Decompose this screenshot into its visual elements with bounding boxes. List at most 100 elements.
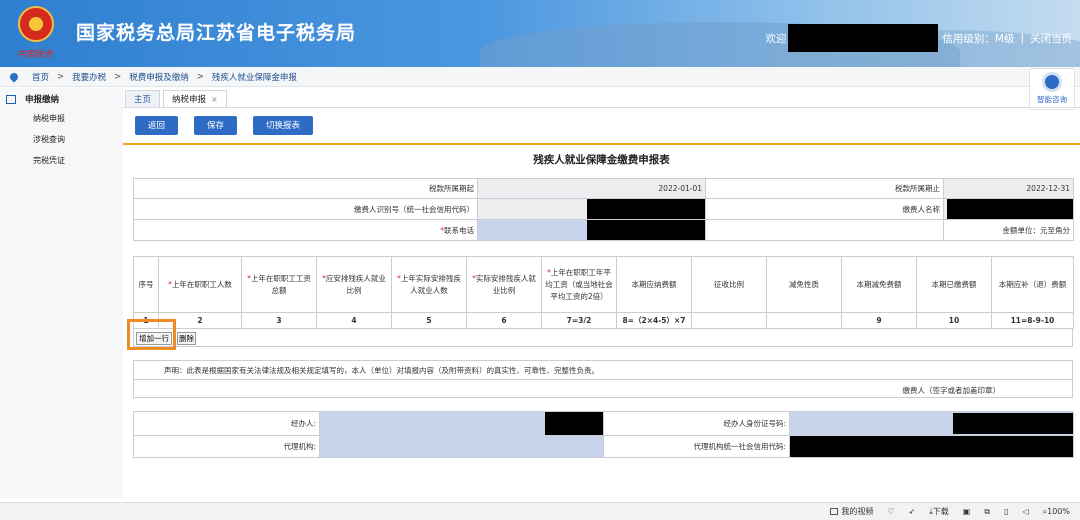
grid-number-cell: 7=3/2 <box>541 312 617 329</box>
breadcrumb-tax-service[interactable]: 我要办税 <box>72 71 106 83</box>
redacted-handler <box>545 412 603 435</box>
grid-header-label: 本期应纳费额 <box>631 279 677 289</box>
toolbar: 返回 保存 切换报表 <box>123 108 1080 142</box>
breadcrumb-separator: > <box>196 71 204 82</box>
form-icon <box>6 94 16 104</box>
close-icon[interactable]: × <box>211 95 218 104</box>
separator: | <box>1020 32 1024 44</box>
page-icon[interactable]: ▯ <box>1004 507 1008 516</box>
period-start-value: 2022-01-01 <box>477 178 706 199</box>
zoom-control[interactable]: ⌕ 100% <box>1043 507 1070 517</box>
rocket-icon[interactable]: ➶ <box>909 507 916 516</box>
video-icon <box>830 508 839 515</box>
download-label: 下载 <box>932 507 949 516</box>
redacted-username <box>788 24 939 52</box>
redacted-payer-name <box>947 199 1073 219</box>
grid-header-label: 本期减免费额 <box>856 279 902 289</box>
grid-header-cell: *实际安排残疾人就业比例 <box>466 256 542 313</box>
row-action-bar: 增加一行 删除 <box>133 328 1073 347</box>
grid-number-cell: 10 <box>916 312 992 329</box>
grid-number-cell: 11=8-9-10 <box>991 312 1074 329</box>
grid-header-label: 实际安排残疾人就业比例 <box>475 273 536 295</box>
grid-number-cell: 6 <box>466 312 542 329</box>
grid-header-label: 应安排残疾人就业比例 <box>325 273 386 295</box>
main-content: 主页 纳税申报 × 返回 保存 切换报表 <box>123 88 1080 142</box>
empty-cell <box>705 219 944 241</box>
grid-header-cell: 本期应纳费额 <box>616 256 692 313</box>
tab-tax-declaration[interactable]: 纳税申报 × <box>163 90 227 107</box>
tab-label: 纳税申报 <box>172 95 207 105</box>
emblem-caption: 中国税务 <box>17 50 54 60</box>
sidebar-item-tax-declaration[interactable]: 纳税申报 <box>0 105 123 126</box>
tab-bar: 主页 纳税申报 × <box>123 88 1080 108</box>
zoom-level: 100% <box>1047 507 1070 516</box>
redacted-payer-id <box>587 199 705 219</box>
grid-header-cell: 征收比例 <box>691 256 767 313</box>
credit-level: 信用级别：M级 <box>942 32 1015 45</box>
heart-icon[interactable]: ♡ <box>887 507 894 516</box>
grid-number-cell: 8=（2×4-5）×7 <box>616 312 692 329</box>
redacted-handler-id <box>953 413 1073 434</box>
sidebar-section[interactable]: 申报缴纳 <box>0 88 123 105</box>
grid-number-cell: 4 <box>316 312 392 329</box>
agency-code-label: 代理机构统一社会信用代码: <box>603 435 790 458</box>
grid-header-label: 本期应补（退）费额 <box>998 279 1067 289</box>
grid-header-label: 本期已缴费额 <box>931 279 977 289</box>
grid-header-cell: *上年在职职工人数 <box>158 256 242 313</box>
agency-input[interactable] <box>319 435 604 458</box>
payer-name-label: 缴费人名称 <box>705 198 944 220</box>
agency-code-input[interactable] <box>789 435 1074 458</box>
breadcrumb-declare-pay[interactable]: 税费申报及缴纳 <box>129 71 189 83</box>
grid-header-label: 减免性质 <box>789 279 819 289</box>
agency-label: 代理机构: <box>133 435 320 458</box>
site-title: 国家税务总局江苏省电子税务局 <box>76 22 357 44</box>
grid-number-cell <box>766 312 842 329</box>
grid-header-cell: 本期减免费额 <box>841 256 917 313</box>
tax-emblem-icon <box>18 6 54 42</box>
grid-header-cell: 本期已缴费额 <box>916 256 992 313</box>
phone-input[interactable] <box>477 219 706 241</box>
handler-input[interactable] <box>319 411 604 436</box>
redacted-agency-code <box>790 436 1073 457</box>
grid-header-label: 上年实际安排残疾人就业人数 <box>400 273 461 295</box>
period-end-value: 2022-12-31 <box>943 178 1074 199</box>
welcome-text: 欢迎 <box>765 32 787 45</box>
tab-home[interactable]: 主页 <box>125 90 161 107</box>
window-icon[interactable]: ⧉ <box>984 507 990 517</box>
breadcrumb-home[interactable]: 首页 <box>32 71 49 83</box>
breadcrumb-separator: > <box>57 71 65 82</box>
close-page-link[interactable]: 关闭当页 <box>1030 31 1072 46</box>
switch-report-button[interactable]: 切换报表 <box>253 115 314 135</box>
download-button[interactable]: ⤓ 下载 <box>929 506 949 517</box>
grid-header-label: 征收比例 <box>714 279 744 289</box>
redacted-phone <box>587 220 705 240</box>
back-button[interactable]: 返回 <box>135 115 179 135</box>
grid-header-label: 上年在职职工工资总额 <box>250 273 311 295</box>
sidebar: 申报缴纳 纳税申报 涉税查询 完税凭证 <box>0 88 123 498</box>
declaration-box: 声明：此表是根据国家有关法律法规及相关规定填写的，本人（单位）对填报内容（及附带… <box>133 360 1073 398</box>
my-video-button[interactable]: 我的视频 <box>830 506 873 517</box>
period-end-label: 税款所属期止 <box>705 178 944 199</box>
breadcrumb-separator: > <box>114 71 122 82</box>
grid-number-cell <box>691 312 767 329</box>
grid-number-cell: 5 <box>391 312 467 329</box>
phone-label: *联系电话 <box>133 219 478 241</box>
my-video-label: 我的视频 <box>841 507 874 516</box>
grid-header-cell: *上年在职职工年平均工资（或当地社会平均工资的2倍） <box>541 256 617 313</box>
grid-header-label: 上年在职职工年平均工资（或当地社会平均工资的2倍） <box>545 267 613 301</box>
phone-label-text: 联系电话 <box>444 225 474 235</box>
delete-row-button[interactable]: 删除 <box>177 332 196 345</box>
screenshot-icon[interactable]: ▣ <box>963 507 971 516</box>
signature-label: 缴费人（签字或者加盖印章） <box>902 386 1001 395</box>
grid-header-cell: *应安排残疾人就业比例 <box>316 256 392 313</box>
save-button[interactable]: 保存 <box>194 115 238 135</box>
user-area: 欢迎 信用级别：M级 | 关闭当页 <box>765 24 1072 52</box>
grid-number-cell: 9 <box>841 312 917 329</box>
divider <box>134 379 1072 380</box>
sidebar-item-tax-query[interactable]: 涉税查询 <box>0 126 123 147</box>
mute-icon[interactable]: ◁ <box>1022 507 1028 516</box>
handler-id-input[interactable] <box>789 411 1074 436</box>
sidebar-item-tax-certificate[interactable]: 完税凭证 <box>0 147 123 168</box>
agent-info-table: 经办人: 经办人身份证号码: 代理机构: 代理机构统一社会信用代码: <box>133 411 1074 458</box>
highlight-box <box>127 319 176 350</box>
